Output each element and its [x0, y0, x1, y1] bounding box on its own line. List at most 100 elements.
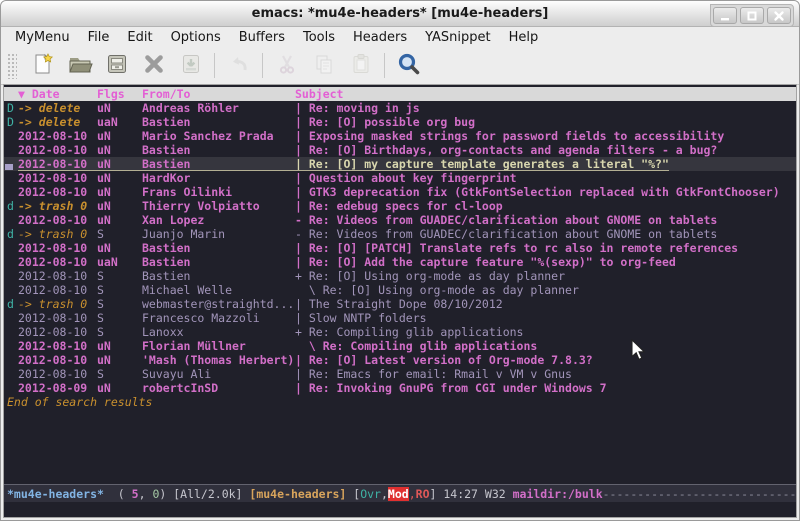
modeline-segment: Ovr [360, 487, 381, 501]
save-as-button[interactable] [172, 50, 209, 81]
modeline[interactable]: *mu4e-headers* ( 5, 0) [All/2.0k] [mu4e-… [4, 484, 796, 502]
message-row[interactable]: 2012-08-10uNMario Sanchez Prada| Exposin… [4, 129, 796, 143]
subject: + Re: [O] Using org-mode as day planner [295, 269, 565, 283]
minimize-button[interactable] [713, 7, 737, 24]
message-row[interactable]: 2012-08-10uNHardKor| Question about key … [4, 171, 796, 185]
menu-buffers[interactable]: Buffers [230, 29, 294, 46]
from: Lanoxx [142, 325, 295, 339]
mark-char: D [7, 101, 18, 115]
new-file-icon [31, 52, 55, 79]
message-row[interactable]: 2012-08-10uN'Mash (Thomas Herbert)| Re: … [4, 353, 796, 367]
delete-button[interactable] [135, 50, 172, 81]
from: Bastien [142, 241, 295, 255]
from: Francesco Mazzoli [142, 311, 295, 325]
new-file-button[interactable] [24, 50, 61, 81]
menu-tools[interactable]: Tools [294, 29, 344, 46]
date: 2012-08-10 [18, 171, 97, 185]
menu-help[interactable]: Help [500, 29, 548, 46]
date: -> delete [18, 115, 97, 129]
subject: | Question about key fingerprint [295, 171, 517, 185]
message-row[interactable]: 2012-08-09uNrobertcInSD| Re: Invoking Gn… [4, 381, 796, 395]
mark-char [7, 171, 18, 185]
toolbar-separator [262, 53, 263, 78]
message-row[interactable]: D-> deleteuaNBastien| Re: [O] possible o… [4, 115, 796, 129]
paste-button[interactable] [342, 50, 379, 81]
titlebar[interactable]: emacs: *mu4e-headers* [mu4e-headers] [1, 1, 799, 27]
message-row[interactable]: 2012-08-10SBastien+ Re: [O] Using org-mo… [4, 269, 796, 283]
mark-char [7, 339, 18, 353]
from: robertcInSD [142, 381, 295, 395]
column-subject: Subject [295, 87, 796, 101]
message-row[interactable]: 2012-08-10uNBastien| Re: [O] [PATCH] Tra… [4, 241, 796, 255]
toolbar-separator [214, 53, 215, 78]
undo-button[interactable] [220, 50, 257, 81]
modeline-segment: RO [416, 487, 430, 501]
modeline-segment: ----------------------------- [603, 487, 796, 501]
menu-headers[interactable]: Headers [344, 29, 416, 46]
mark-char: d [7, 227, 18, 241]
mark-char [7, 283, 18, 297]
toolbar-separator [384, 53, 385, 78]
message-row[interactable]: D-> deleteuNAndreas Röhler| Re: moving i… [4, 101, 796, 115]
close-button[interactable] [767, 7, 791, 24]
menu-edit[interactable]: Edit [118, 29, 161, 46]
message-row[interactable]: 2012-08-10uNXan Lopez- Re: Videos from G… [4, 213, 796, 227]
message-list: D-> deleteuNAndreas Röhler| Re: moving i… [4, 101, 796, 395]
menu-file[interactable]: File [79, 29, 119, 46]
save-button[interactable] [98, 50, 135, 81]
mark-char [7, 381, 18, 395]
message-row[interactable]: d-> trash 0Swebmaster@straightd...| The … [4, 297, 796, 311]
minibuffer[interactable] [4, 502, 796, 517]
flags: S [97, 227, 142, 241]
message-row[interactable]: 2012-08-10uNBastien| Re: [O] my capture … [4, 157, 796, 171]
flags: uaN [97, 255, 142, 269]
search-button[interactable] [390, 50, 427, 81]
maximize-button[interactable] [740, 7, 764, 24]
copy-icon [312, 52, 336, 79]
minimize-icon [719, 10, 731, 22]
subject: | GTK3 deprecation fix (GtkFontSelection… [295, 185, 780, 199]
message-row[interactable]: 2012-08-10SSuvayu Ali| Re: Emacs for ema… [4, 367, 796, 381]
cut-button[interactable] [268, 50, 305, 81]
column-flags: Flgs [97, 87, 142, 101]
message-row[interactable]: 2012-08-10uNFrans Oilinki| GTK3 deprecat… [4, 185, 796, 199]
open-folder-button[interactable] [61, 50, 98, 81]
menu-yasnippet[interactable]: YASnippet [416, 29, 500, 46]
toolbar-drag-handle[interactable] [7, 53, 17, 79]
message-row[interactable]: 2012-08-10SFrancesco Mazzoli| Slow NNTP … [4, 311, 796, 325]
mark-char [7, 241, 18, 255]
message-row[interactable]: 2012-08-10SLanoxx+ Re: Compiling glib ap… [4, 325, 796, 339]
mark-char [7, 367, 18, 381]
column-date: ▼ Date [18, 87, 97, 101]
emacs-window: emacs: *mu4e-headers* [mu4e-headers] MyM… [0, 0, 800, 521]
mark-char [7, 185, 18, 199]
mu4e-headers-buffer: ▼ Date Flgs From/To Subject D-> deleteuN… [4, 85, 796, 517]
flags: uN [97, 185, 142, 199]
subject: | Re: [O] Add the capture feature "%(sex… [295, 255, 676, 269]
search-icon [396, 51, 422, 80]
message-row[interactable]: 2012-08-10uNFlorian Müllner \ Re: Compil… [4, 339, 796, 353]
menu-options[interactable]: Options [162, 29, 230, 46]
date: 2012-08-10 [18, 143, 97, 157]
copy-button[interactable] [305, 50, 342, 81]
flags: uN [97, 199, 142, 213]
message-row[interactable]: 2012-08-10SMichael Welle \ Re: [O] Using… [4, 283, 796, 297]
modeline-segment: , [381, 487, 388, 501]
modeline-segment: ) [159, 487, 173, 501]
subject: | Re: [O] Latest version of Org-mode 7.8… [295, 353, 593, 367]
message-row[interactable]: d-> trash 0uNThierry Volpiatto| Re: edeb… [4, 199, 796, 213]
subject: \ Re: [O] Using org-mode as day planner [295, 283, 579, 297]
from: Thierry Volpiatto [142, 199, 295, 213]
delete-icon [142, 52, 166, 79]
date: 2012-08-10 [18, 283, 97, 297]
flags: uN [97, 353, 142, 367]
message-row[interactable]: d-> trash 0SJuanjo Marin- Re: Videos fro… [4, 227, 796, 241]
date: -> trash 0 [18, 227, 97, 241]
from: Bastien [142, 269, 295, 283]
date: 2012-08-10 [18, 213, 97, 227]
window-controls [710, 4, 794, 27]
message-row[interactable]: 2012-08-10uaNBastien| Re: [O] Add the ca… [4, 255, 796, 269]
mark-char: d [7, 297, 18, 311]
menu-mymenu[interactable]: MyMenu [6, 29, 79, 46]
message-row[interactable]: 2012-08-10uNBastien| Re: [O] Birthdays, … [4, 143, 796, 157]
